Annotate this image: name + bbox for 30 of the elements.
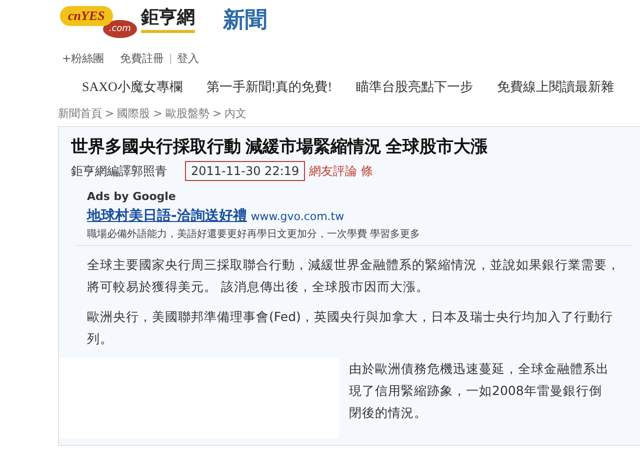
promo-link[interactable]: 免費線上閱讀最新雜	[497, 77, 614, 97]
promo-link[interactable]: 第一手新聞!真的免費!	[206, 77, 332, 97]
ads-header: Ads by Google	[87, 189, 177, 206]
logo-badge: cnYES	[60, 6, 113, 26]
breadcrumb-separator: >	[105, 106, 114, 122]
byline: 鉅亨網編譯郭照青	[71, 163, 167, 180]
breadcrumb-separator: >	[212, 106, 222, 122]
breadcrumb-item: 內文	[224, 106, 247, 122]
article-datetime: 2011-11-30 22:19	[185, 161, 306, 182]
logo-name: 鉅亨網	[140, 6, 195, 33]
ad-description: 職場必備外語能力，美語好還要更好再學日文更加分，一次學費 學習多更多	[87, 228, 422, 242]
comments-link[interactable]: 網友評論 條	[309, 162, 373, 180]
section-title: 新聞	[222, 7, 267, 35]
promo-link[interactable]: SAXO小魔女專欄	[82, 77, 182, 97]
ad-url: www.gvo.com.tw	[250, 210, 344, 223]
breadcrumb-item[interactable]: 歐股盤勢	[165, 106, 210, 122]
article-paragraph: 由於歐洲債務危機迅速蔓延，全球金融體系出現了信用緊縮跡象，一如2008年雷曼銀行倒閉後的情況。	[349, 360, 609, 422]
breadcrumb-separator: >	[153, 106, 162, 122]
promo-link[interactable]: 瞄準台股亮點下一步	[356, 77, 474, 97]
breadcrumb-item[interactable]: 國際股	[117, 106, 150, 122]
article-title: 世界多國央行採取行動 減緩市場緊縮情況 全球股市大漲	[71, 137, 488, 158]
user-link[interactable]: 登入	[177, 50, 200, 68]
logo-subtext: .com	[102, 20, 137, 38]
divider	[170, 54, 172, 64]
article-paragraph: 全球主要國家央行周三採取聯合行動，減緩世界金融體系的緊縮情況，並說如果銀行業需要，將可較易於獲得美元。 該消息傳出後，全球股市因而大漲。	[87, 256, 620, 296]
breadcrumb-item[interactable]: 新聞首頁	[58, 106, 102, 122]
user-link[interactable]: +粉絲團	[62, 50, 104, 68]
article-paragraph: 歐洲央行，美國聯邦準備理事會(Fed)，英國央行與加拿大，日本及瑞士央行均加入了行動行列。	[87, 308, 614, 348]
user-link[interactable]: 免費註冊	[120, 50, 164, 68]
ad-title-link[interactable]: 地球村美日語-洽詢送好禮	[87, 208, 247, 224]
